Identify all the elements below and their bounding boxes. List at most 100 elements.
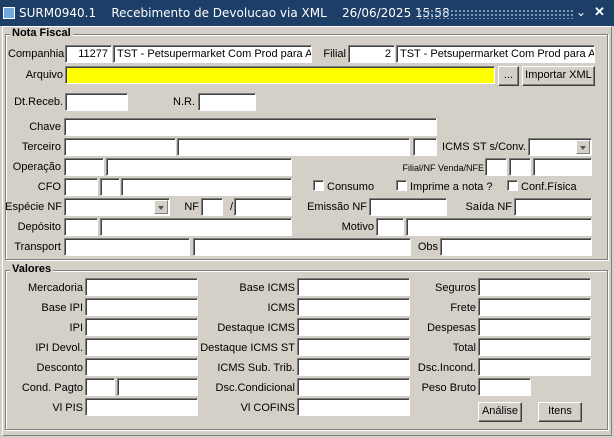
ipi-field[interactable] (85, 318, 198, 336)
consumo-label: Consumo (327, 181, 375, 193)
deposito-code-field[interactable] (64, 218, 98, 236)
seguros-field[interactable] (478, 278, 591, 296)
especie-select[interactable] (64, 198, 170, 216)
icms-st-label: ICMS ST s/Conv. (442, 141, 526, 153)
base-ipi-field[interactable] (85, 298, 198, 316)
terceiro-label: Terceiro (21, 141, 61, 153)
desconto-field[interactable] (85, 358, 198, 376)
dsc-incond-field[interactable] (478, 358, 591, 376)
analise-button[interactable]: Análise (478, 402, 522, 422)
operacao-label: Operação (12, 161, 61, 173)
nr-field[interactable] (198, 93, 256, 111)
despesas-field[interactable] (478, 318, 591, 336)
peso-bruto-label: Peso Bruto (421, 382, 476, 394)
destaque-icms-st-field[interactable] (297, 338, 410, 356)
transport-code-field[interactable] (64, 238, 190, 256)
companhia-label: Companhia (8, 48, 65, 60)
arquivo-field[interactable] (65, 66, 495, 84)
destaque-icms-label: Destaque ICMS (217, 322, 295, 334)
dsc-condicional-field[interactable] (297, 378, 410, 396)
cfo-label: CFO (37, 181, 61, 193)
dsc-incond-label: Dsc.Incond. (417, 362, 476, 374)
itens-button[interactable]: Itens (538, 402, 582, 422)
filial-nf-field[interactable] (485, 158, 507, 176)
seguros-label: Seguros (435, 282, 476, 294)
motivo-desc-field[interactable] (406, 218, 592, 236)
saida-field[interactable] (514, 198, 592, 216)
imprime-checkbox[interactable] (396, 180, 407, 191)
chave-field[interactable] (64, 118, 437, 136)
ipi-devol-field[interactable] (85, 338, 198, 356)
valores-title: Valores (10, 263, 54, 275)
nr-label: N.R. (173, 96, 195, 108)
dsc-condicional-label: Dsc.Condicional (215, 382, 295, 394)
filial-name-field[interactable]: TST - Petsupermarket Com Prod para An (396, 45, 595, 63)
ipi-devol-label: IPI Devol. (35, 342, 83, 354)
title-grip[interactable] (418, 9, 574, 19)
especie-label: Espécie NF (5, 201, 62, 213)
nf-label: NF (184, 201, 199, 213)
icms-label: ICMS (267, 302, 296, 314)
nfe-field[interactable] (533, 158, 592, 176)
nf-serie-field[interactable] (201, 198, 223, 216)
terceiro-extra-field[interactable] (413, 138, 437, 156)
base-icms-label: Base ICMS (239, 282, 295, 294)
cfo-desc-field[interactable] (121, 178, 292, 196)
vl-pis-label: Vl PIS (52, 402, 83, 414)
icms-sub-trib-field[interactable] (297, 358, 410, 376)
chave-label: Chave (29, 121, 61, 133)
total-field[interactable] (478, 338, 591, 356)
deposito-desc-field[interactable] (100, 218, 292, 236)
filial-code-field[interactable]: 2 (348, 45, 395, 63)
imprime-label: Imprime a nota ? (410, 181, 493, 193)
motivo-code-field[interactable] (376, 218, 404, 236)
browse-button[interactable]: ... (498, 66, 519, 86)
mercadoria-field[interactable] (85, 278, 198, 296)
chevron-down-icon[interactable] (154, 200, 168, 214)
frete-label: Frete (450, 302, 476, 314)
icms-field[interactable] (297, 298, 410, 316)
icms-st-select[interactable] (528, 138, 592, 156)
operacao-code-field[interactable] (64, 158, 104, 176)
obs-label: Obs (417, 241, 438, 253)
arquivo-label: Arquivo (25, 69, 63, 81)
base-icms-field[interactable] (297, 278, 410, 296)
importar-xml-button[interactable]: Importar XML (522, 66, 595, 86)
title-bar: SURM0940.1 Recebimento de Devolucao via … (0, 0, 614, 26)
cond-pagto-code-field[interactable] (85, 378, 115, 396)
peso-bruto-field[interactable] (478, 378, 531, 396)
nf-number-field[interactable] (234, 198, 292, 216)
vl-cofins-label: Vl COFINS (240, 402, 295, 414)
nota-fiscal-title: Nota Fiscal (10, 27, 73, 39)
conf-fisica-checkbox[interactable] (507, 180, 518, 191)
nf-slash: / (229, 201, 233, 213)
close-icon[interactable]: ✕ (594, 4, 605, 20)
operacao-desc-field[interactable] (106, 158, 292, 176)
minimize-icon[interactable]: ⌄ (576, 5, 586, 19)
dt-receb-field[interactable] (65, 93, 128, 111)
terceiro-name-field[interactable] (177, 138, 410, 156)
vl-pis-field[interactable] (85, 398, 198, 416)
companhia-code-field[interactable]: 11277 (65, 45, 112, 63)
vl-cofins-field[interactable] (297, 398, 410, 416)
destaque-icms-field[interactable] (297, 318, 410, 336)
cfo-extra-field[interactable] (100, 178, 120, 196)
deposito-label: Depósito (17, 221, 61, 233)
cond-pagto-desc-field[interactable] (117, 378, 198, 396)
app-icon (3, 7, 15, 19)
terceiro-code-field[interactable] (64, 138, 176, 156)
emissao-label: Emissão NF (307, 201, 367, 213)
window-title: SURM0940.1 Recebimento de Devolucao via … (19, 6, 450, 20)
nf-venda-field[interactable] (509, 158, 531, 176)
total-label: Total (452, 342, 476, 354)
companhia-name-field[interactable]: TST - Petsupermarket Com Prod para An (113, 45, 312, 63)
emissao-field[interactable] (369, 198, 447, 216)
consumo-checkbox[interactable] (313, 180, 324, 191)
cfo-field[interactable] (64, 178, 98, 196)
chevron-down-icon[interactable] (576, 140, 590, 154)
transport-name-field[interactable] (193, 238, 411, 256)
conf-fisica-label: Conf.Física (521, 181, 577, 193)
obs-field[interactable] (440, 238, 592, 256)
frete-field[interactable] (478, 298, 591, 316)
icms-sub-trib-label: ICMS Sub. Trib. (217, 362, 295, 374)
